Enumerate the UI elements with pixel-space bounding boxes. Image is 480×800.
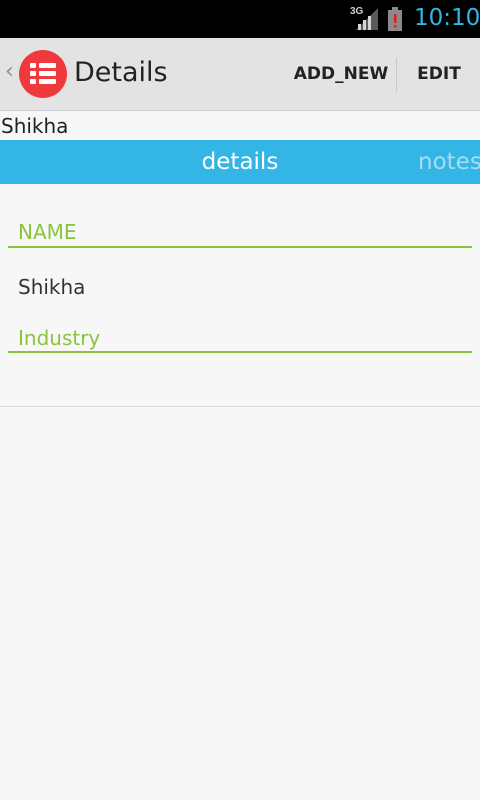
tab-strip: details notes bbox=[0, 140, 480, 184]
industry-field-label: Industry bbox=[18, 326, 101, 350]
section-divider bbox=[0, 406, 480, 407]
list-icon[interactable] bbox=[19, 50, 67, 98]
edit-button[interactable]: EDIT bbox=[398, 38, 480, 110]
page-title: Details bbox=[74, 57, 168, 88]
tab-notes[interactable]: notes bbox=[418, 140, 480, 184]
signal-icon bbox=[356, 8, 378, 30]
battery-alert-icon bbox=[388, 7, 402, 31]
tab-details[interactable]: details bbox=[0, 140, 480, 184]
industry-field-underline bbox=[8, 351, 472, 353]
clock: 10:10 bbox=[414, 5, 480, 31]
name-field-value: Shikha bbox=[18, 275, 86, 299]
name-field-label: NAME bbox=[18, 220, 77, 244]
status-bar: 3G 10:10 bbox=[0, 0, 480, 38]
name-field-underline bbox=[8, 246, 472, 248]
up-caret-icon[interactable]: ‹ bbox=[5, 59, 14, 85]
add-new-button[interactable]: ADD_NEW bbox=[288, 38, 394, 110]
action-bar: ‹ Details ADD_NEW EDIT bbox=[0, 38, 480, 111]
action-divider bbox=[396, 58, 397, 92]
record-subtitle: Shikha bbox=[1, 114, 69, 138]
